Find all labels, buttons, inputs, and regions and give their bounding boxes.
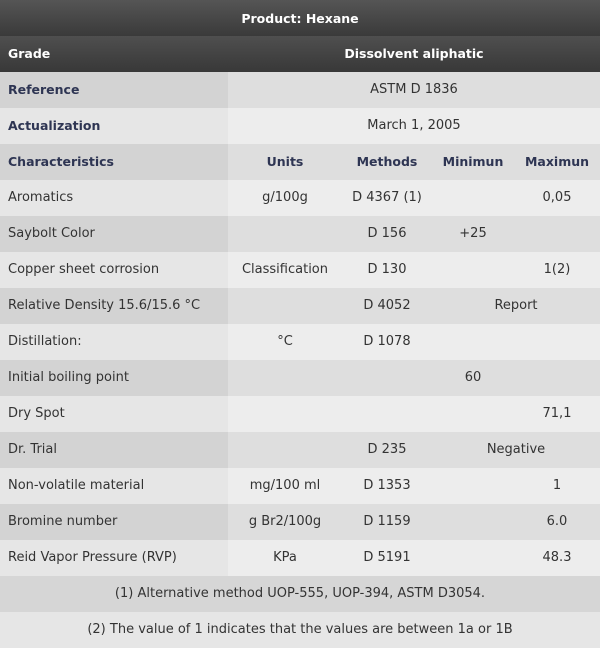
row-maximun: 1(2) (543, 262, 571, 277)
row-characteristic: Non-volatile material (8, 478, 145, 493)
grade-value: Dissolvent aliphatic (344, 46, 484, 61)
table-row: Relative Density 15.6/15.6 °C D 4052 Repor… (0, 288, 600, 324)
row-method: D 156 (367, 226, 407, 241)
table-row: Dr. Trial D 235 Negative (0, 432, 600, 468)
reference-label: Reference (8, 82, 80, 97)
row-maximun: 1 (552, 478, 562, 493)
product-title-text: Product: Hexane (241, 10, 359, 26)
row-method: D 1353 (363, 478, 411, 493)
table-row: Non-volatile material mg/100 ml D 1353 1 (0, 468, 600, 504)
row-minimun: 60 (464, 370, 482, 385)
footnote-1: (1) Alternative method UOP-555, UOP-394,… (0, 576, 600, 612)
table-row: Reid Vapor Pressure (RVP) KPa D 5191 48.3 (0, 540, 600, 576)
table-row: Distillation: °C D 1078 (0, 324, 600, 360)
header-methods: Methods (356, 154, 418, 169)
row-method: D 5191 (363, 550, 411, 565)
row-maximun: 0,05 (542, 190, 572, 205)
row-min-max-span: Negative (486, 442, 546, 457)
row-method: D 4367 (1) (352, 190, 422, 205)
row-units: g Br2/100g (248, 514, 322, 529)
footnote-2: (2) The value of 1 indicates that the va… (0, 612, 600, 648)
reference-value: ASTM D 1836 (370, 82, 458, 97)
row-characteristic: Aromatics (8, 190, 74, 205)
row-characteristic: Bromine number (8, 514, 118, 529)
product-title: Product: Hexane (0, 0, 600, 36)
row-characteristic: Saybolt Color (8, 226, 95, 241)
header-maximun: Maximun (524, 154, 590, 169)
row-characteristic: Dry Spot (8, 406, 65, 421)
row-method: D 4052 (363, 298, 411, 313)
header-units: Units (266, 154, 304, 169)
row-method: D 1078 (363, 334, 411, 349)
grade-row: Grade Dissolvent aliphatic (0, 36, 600, 72)
row-units: mg/100 ml (249, 478, 321, 493)
row-units: g/100g (262, 190, 308, 205)
grade-label: Grade (8, 46, 51, 61)
row-maximun: 48.3 (542, 550, 572, 565)
actualization-value: March 1, 2005 (367, 118, 461, 133)
row-method: D 1159 (363, 514, 411, 529)
row-units: °C (277, 334, 293, 349)
row-characteristic: Copper sheet corrosion (8, 262, 160, 277)
row-characteristic: Relative Density 15.6/15.6 °C (8, 298, 201, 313)
row-minimun: +25 (459, 226, 487, 241)
table-row: Aromatics g/100g D 4367 (1) 0,05 (0, 180, 600, 216)
table-header: Characteristics Units Methods Minimun Ma… (0, 144, 600, 180)
row-units: KPa (273, 550, 297, 565)
row-characteristic: Dr. Trial (8, 442, 57, 457)
actualization-label: Actualization (8, 118, 101, 133)
row-maximun: 71,1 (542, 406, 572, 421)
table-row: Bromine number g Br2/100g D 1159 6.0 (0, 504, 600, 540)
actualization-row: Actualization March 1, 2005 (0, 108, 600, 144)
table-row: Copper sheet corrosion Classification D 13… (0, 252, 600, 288)
header-characteristics: Characteristics (8, 154, 114, 169)
row-characteristic: Reid Vapor Pressure (RVP) (8, 550, 177, 565)
row-characteristic: Initial boiling point (8, 370, 129, 385)
table-row: Initial boiling point 60 (0, 360, 600, 396)
row-min-max-span: Report (494, 298, 538, 313)
row-method: D 130 (367, 262, 407, 277)
spec-sheet: Product: Hexane Grade Dissolvent aliphat… (0, 0, 600, 648)
row-units: Classification (241, 262, 329, 277)
table-row: Saybolt Color D 156 +25 (0, 216, 600, 252)
reference-row: Reference ASTM D 1836 (0, 72, 600, 108)
table-row: Dry Spot 71,1 (0, 396, 600, 432)
row-characteristic: Distillation: (8, 334, 82, 349)
row-maximun: 6.0 (546, 514, 568, 529)
row-method: D 235 (367, 442, 407, 457)
